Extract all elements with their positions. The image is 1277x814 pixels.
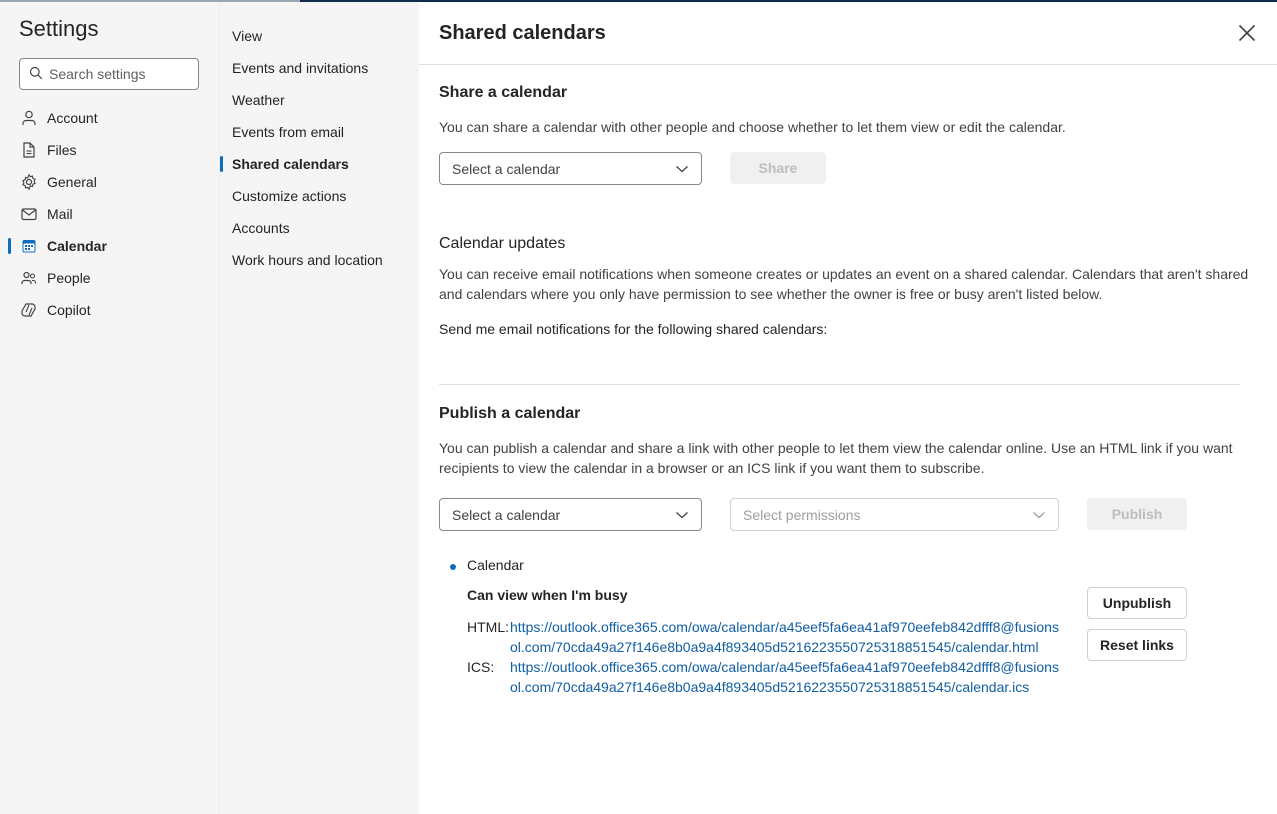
- chevron-down-icon: [675, 161, 689, 177]
- dropdown-label: Select a calendar: [452, 506, 561, 523]
- share-button[interactable]: Share: [730, 152, 826, 184]
- notify-label: Send me email notifications for the foll…: [439, 321, 828, 337]
- chevron-down-icon: [1032, 507, 1046, 523]
- close-icon: [1238, 24, 1256, 45]
- share-description: You can share a calendar with other peop…: [439, 119, 1066, 135]
- reset-links-button[interactable]: Reset links: [1087, 629, 1187, 661]
- html-label: HTML:: [467, 619, 509, 635]
- ics-link-row: ICS: https://outlook.office365.com/owa/c…: [467, 657, 1066, 697]
- subnav-item-accounts[interactable]: Accounts: [220, 212, 420, 244]
- html-link[interactable]: https://outlook.office365.com/owa/calend…: [510, 617, 1066, 657]
- published-calendar-name: Calendar: [467, 557, 524, 573]
- nav-item-label: Mail: [47, 206, 73, 222]
- calendar-subnav: View Events and invitations Weather Even…: [219, 2, 419, 814]
- person-icon: [19, 108, 39, 128]
- search-box[interactable]: [19, 58, 199, 90]
- bullet-icon: [450, 564, 456, 570]
- subnav-item-customize-actions[interactable]: Customize actions: [220, 180, 420, 212]
- subnav-item-shared-calendars[interactable]: Shared calendars: [220, 148, 420, 180]
- updates-section-title: Calendar updates: [439, 235, 566, 252]
- subnav-item-view[interactable]: View: [220, 20, 420, 52]
- nav-item-label: People: [47, 270, 91, 286]
- settings-content: Shared calendars Share a calendar You ca…: [419, 2, 1277, 814]
- settings-title: Settings: [19, 16, 99, 41]
- publish-description: You can publish a calendar and share a l…: [439, 440, 1233, 476]
- nav-item-label: Copilot: [47, 302, 91, 318]
- ics-link[interactable]: https://outlook.office365.com/owa/calend…: [510, 657, 1066, 697]
- nav-item-people[interactable]: People: [0, 262, 219, 294]
- nav-item-label: General: [47, 174, 97, 190]
- search-icon: [29, 66, 43, 83]
- dropdown-label: Select a calendar: [452, 160, 561, 177]
- copilot-icon: [19, 300, 39, 320]
- publish-calendar-dropdown[interactable]: Select a calendar: [439, 498, 702, 531]
- nav-item-copilot[interactable]: Copilot: [0, 294, 219, 326]
- updates-description: You can receive email notifications when…: [439, 266, 1249, 302]
- share-section-title: Share a calendar: [439, 84, 568, 101]
- permissions-dropdown[interactable]: Select permissions: [730, 498, 1059, 531]
- content-header: Shared calendars: [419, 2, 1277, 65]
- search-input[interactable]: [49, 66, 189, 82]
- publish-button[interactable]: Publish: [1087, 498, 1187, 530]
- file-icon: [19, 140, 39, 160]
- subnav-item-work-hours[interactable]: Work hours and location: [220, 244, 420, 276]
- section-divider: [439, 384, 1240, 385]
- dropdown-label: Select permissions: [743, 506, 861, 523]
- subnav-item-weather[interactable]: Weather: [220, 84, 420, 116]
- people-icon: [19, 268, 39, 288]
- html-link-row: HTML: https://outlook.office365.com/owa/…: [467, 617, 1066, 657]
- gear-icon: [19, 172, 39, 192]
- nav-item-label: Account: [47, 110, 98, 126]
- nav-item-account[interactable]: Account: [0, 102, 219, 134]
- nav-item-files[interactable]: Files: [0, 134, 219, 166]
- unpublish-button[interactable]: Unpublish: [1087, 587, 1187, 619]
- calendar-icon: [19, 236, 39, 256]
- nav-item-mail[interactable]: Mail: [0, 198, 219, 230]
- nav-item-label: Calendar: [47, 238, 107, 254]
- settings-nav: Settings Account Files General: [0, 2, 219, 814]
- chevron-down-icon: [675, 507, 689, 523]
- mail-icon: [19, 204, 39, 224]
- page-title: Shared calendars: [439, 22, 606, 44]
- nav-item-general[interactable]: General: [0, 166, 219, 198]
- ics-label: ICS:: [467, 659, 495, 675]
- nav-item-calendar[interactable]: Calendar: [0, 230, 219, 262]
- subnav-item-events-invitations[interactable]: Events and invitations: [220, 52, 420, 84]
- published-permission: Can view when I'm busy: [467, 587, 628, 603]
- nav-item-label: Files: [47, 142, 77, 158]
- publish-section-title: Publish a calendar: [439, 405, 581, 422]
- close-button[interactable]: [1235, 22, 1259, 46]
- share-calendar-dropdown[interactable]: Select a calendar: [439, 152, 702, 185]
- subnav-item-events-from-email[interactable]: Events from email: [220, 116, 420, 148]
